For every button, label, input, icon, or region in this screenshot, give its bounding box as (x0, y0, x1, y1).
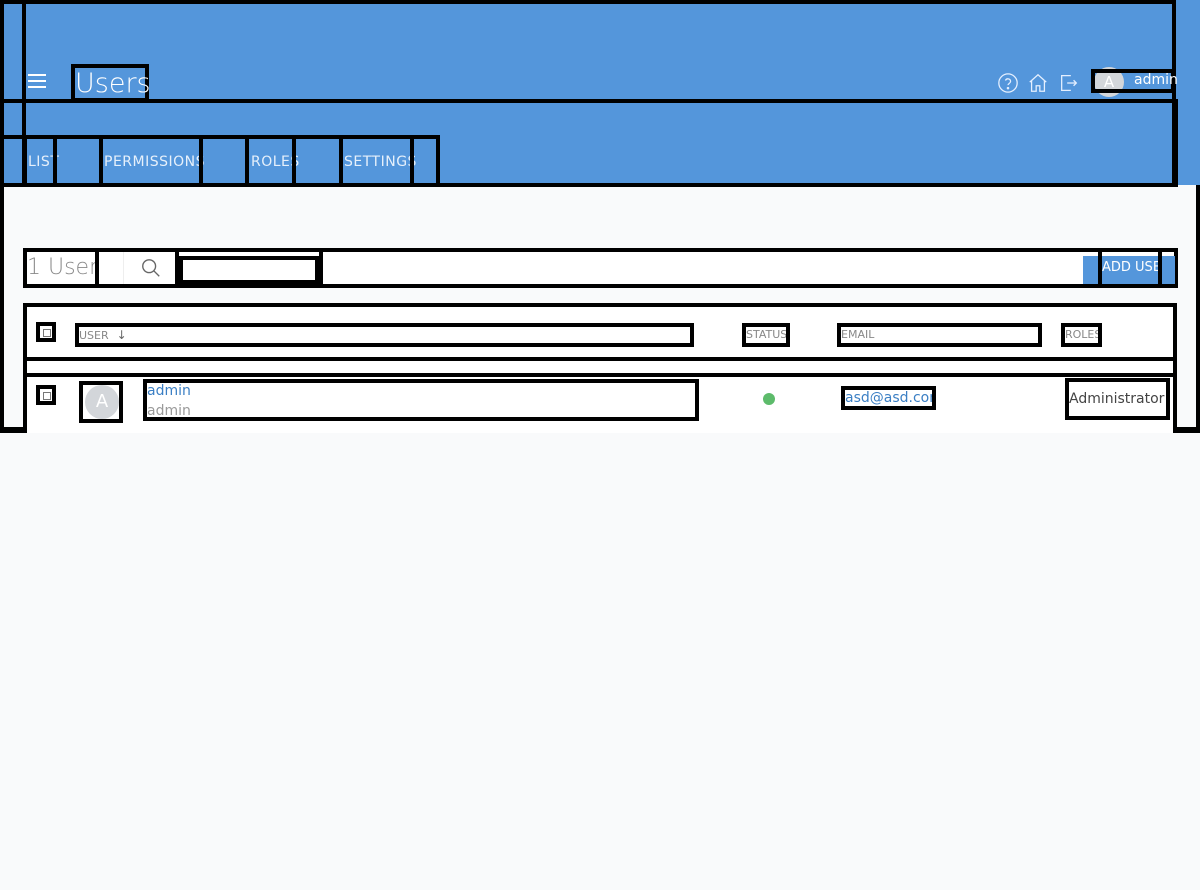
frame-right (1196, 185, 1200, 433)
page-title: Users (71, 64, 151, 102)
current-user-name[interactable]: admin (1134, 72, 1178, 88)
tab-settings[interactable]: SETTINGS (344, 139, 417, 187)
users-table: USER ↓ STATUS EMAIL ROLES A admin admin a… (23, 303, 1177, 433)
select-all-checkbox[interactable] (36, 322, 56, 342)
logout-icon[interactable] (1058, 72, 1080, 94)
home-icon[interactable] (1027, 72, 1049, 94)
user-name-link[interactable]: admin (147, 383, 191, 399)
user-email-link[interactable]: asd@asd.com (841, 386, 936, 410)
table-header: USER ↓ STATUS EMAIL ROLES (23, 303, 1177, 361)
table-row[interactable]: A admin admin asd@asd.com Administrator (23, 373, 1177, 433)
users-toolbar: 1 User ADD USER (23, 248, 1178, 288)
user-roles: Administrator (1065, 378, 1170, 420)
user-count: 1 User (27, 252, 99, 284)
row-checkbox[interactable] (36, 385, 56, 405)
toolbar-divider (319, 252, 323, 284)
user-avatar: A (79, 381, 123, 423)
column-header-status[interactable]: STATUS (742, 323, 790, 347)
status-indicator (763, 393, 775, 405)
column-header-email[interactable]: EMAIL (837, 323, 1042, 347)
help-icon[interactable] (997, 72, 1019, 94)
sort-down-icon[interactable]: ↓ (117, 328, 127, 342)
add-user-label[interactable]: ADD USER (1098, 252, 1162, 284)
search-icon[interactable] (123, 252, 179, 284)
user-username: admin (147, 403, 191, 419)
column-header-roles[interactable]: ROLES (1061, 323, 1102, 347)
hamburger-menu-icon[interactable] (28, 74, 46, 90)
user-cell: admin admin (143, 379, 699, 421)
frame-left (0, 185, 4, 433)
tab-permissions[interactable]: PERMISSIONS (104, 139, 205, 187)
column-header-user[interactable]: USER ↓ (75, 323, 694, 347)
search-input[interactable] (179, 256, 319, 284)
tab-bar: LIST PERMISSIONS ROLES SETTINGS (0, 135, 440, 187)
